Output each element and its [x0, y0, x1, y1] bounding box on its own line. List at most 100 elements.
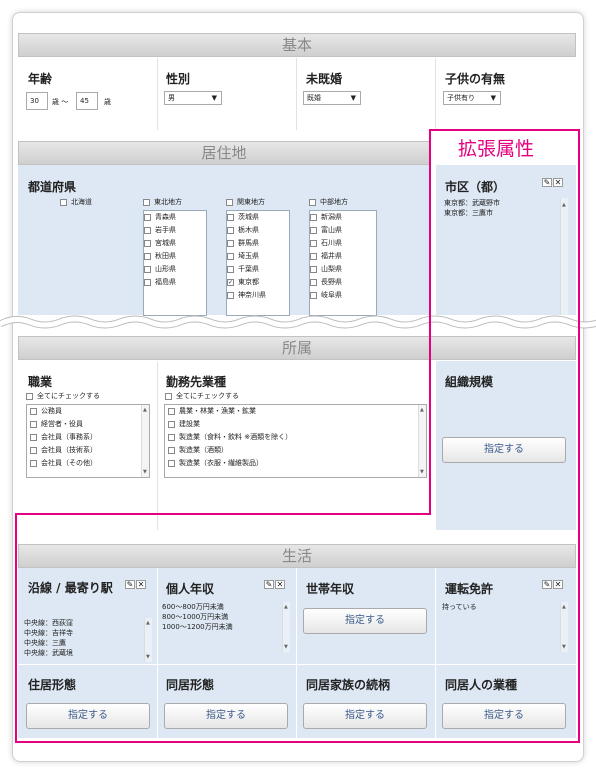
industry-item[interactable]: 製造業（酒類）	[165, 444, 426, 457]
pref-item[interactable]: 富山県	[310, 224, 376, 237]
married-select[interactable]: 既婚 ▼	[303, 91, 361, 105]
industry-item[interactable]: 建設業	[165, 418, 426, 431]
cohabit-button[interactable]: 指定する	[164, 703, 288, 729]
checkbox[interactable]	[168, 433, 175, 441]
edit-icon[interactable]: ✎	[542, 178, 552, 187]
checkbox[interactable]	[30, 459, 37, 467]
checkbox[interactable]	[165, 392, 172, 400]
industry-item[interactable]: 製造業（衣服・繊維製品）	[165, 457, 426, 470]
industry-listbox[interactable]: 農業・林業・漁業・鉱業 建設業 製造業（食料・飲料 ※酒類を除く） 製造業（酒類…	[164, 404, 427, 478]
checkbox[interactable]	[168, 459, 175, 467]
pref-item[interactable]: 宮城県	[144, 237, 206, 250]
gender-select[interactable]: 男 ▼	[164, 91, 222, 105]
checkbox[interactable]	[309, 198, 316, 206]
job-item[interactable]: 公務員	[27, 405, 149, 418]
checkbox[interactable]	[30, 420, 37, 428]
pref-item[interactable]: 青森県	[144, 211, 206, 224]
industry-item[interactable]: 農業・林業・漁業・鉱業	[165, 405, 426, 418]
scrollbar[interactable]: ▲ ▼	[282, 602, 290, 652]
industry-check-all[interactable]: 全てにチェックする	[165, 390, 239, 403]
checkbox[interactable]	[144, 239, 151, 247]
checkbox[interactable]	[144, 265, 151, 273]
checkbox[interactable]	[310, 252, 317, 260]
checkbox[interactable]	[144, 226, 151, 234]
checkbox-checked[interactable]: ✓	[227, 278, 234, 286]
scrollbar[interactable]: ▲ ▼	[144, 618, 152, 662]
checkbox[interactable]	[168, 420, 175, 428]
checkbox[interactable]	[143, 198, 150, 206]
checkbox[interactable]	[310, 239, 317, 247]
checkbox[interactable]	[168, 407, 175, 415]
children-select[interactable]: 子供有り ▼	[443, 91, 501, 105]
household-income-button[interactable]: 指定する	[303, 608, 427, 634]
job-item[interactable]: 会社員（技術系）	[27, 444, 149, 457]
city-listbox[interactable]: 東京都：武蔵野市 東京都：三鷹市 ▲	[442, 198, 568, 315]
checkbox[interactable]	[310, 278, 317, 286]
checkbox[interactable]	[30, 446, 37, 454]
edit-icon[interactable]: ✎	[542, 580, 552, 589]
checkbox[interactable]	[227, 213, 234, 221]
cohabit-job-button[interactable]: 指定する	[442, 703, 566, 729]
region-tohoku-check[interactable]: 東北地方	[143, 196, 207, 209]
checkbox[interactable]	[26, 392, 33, 400]
checkbox[interactable]	[310, 226, 317, 234]
industry-item[interactable]: 製造業（食料・飲料 ※酒類を除く）	[165, 431, 426, 444]
close-icon[interactable]: ✕	[553, 178, 563, 187]
checkbox[interactable]	[144, 278, 151, 286]
checkbox[interactable]	[310, 213, 317, 221]
pref-item[interactable]: 神奈川県	[227, 289, 289, 302]
checkbox[interactable]	[227, 291, 234, 299]
housing-button[interactable]: 指定する	[26, 703, 150, 729]
region-kanto-check[interactable]: 関東地方	[226, 196, 290, 209]
checkbox[interactable]	[168, 446, 175, 454]
pref-item[interactable]: 栃木県	[227, 224, 289, 237]
pref-item[interactable]: 岐阜県	[310, 289, 376, 302]
pref-item[interactable]: 山梨県	[310, 263, 376, 276]
checkbox[interactable]	[144, 252, 151, 260]
scrollbar[interactable]: ▲ ▼	[560, 602, 568, 652]
pref-item[interactable]: 岩手県	[144, 224, 206, 237]
pref-item[interactable]: 埼玉県	[227, 250, 289, 263]
close-icon[interactable]: ✕	[136, 580, 146, 589]
checkbox[interactable]	[227, 252, 234, 260]
age-to-input[interactable]: 45	[76, 92, 98, 110]
income-listbox[interactable]: 600〜800万円未満 800〜1000万円未満 1000〜1200万円未満 ▲…	[162, 602, 290, 652]
checkbox[interactable]	[310, 291, 317, 299]
checkbox[interactable]	[30, 433, 37, 441]
checkbox[interactable]	[30, 407, 37, 415]
scrollbar[interactable]: ▲	[560, 198, 568, 315]
pref-hokkaido[interactable]: 北海道	[60, 196, 92, 209]
region-chubu-check[interactable]: 中部地方	[309, 196, 377, 209]
age-from-input[interactable]: 30	[26, 92, 48, 110]
pref-item[interactable]: 新潟県	[310, 211, 376, 224]
pref-item[interactable]: 茨城県	[227, 211, 289, 224]
scrollbar[interactable]: ▲ ▼	[141, 405, 149, 477]
pref-item-tokyo[interactable]: ✓ 東京都	[227, 276, 289, 289]
checkbox[interactable]	[60, 198, 67, 206]
pref-item[interactable]: 群馬県	[227, 237, 289, 250]
pref-item[interactable]: 福島県	[144, 276, 206, 289]
pref-item[interactable]: 長野県	[310, 276, 376, 289]
checkbox[interactable]	[227, 226, 234, 234]
pref-item[interactable]: 石川県	[310, 237, 376, 250]
checkbox[interactable]	[227, 239, 234, 247]
job-item[interactable]: 会社員（事務系）	[27, 431, 149, 444]
job-item[interactable]: 経営者・役員	[27, 418, 149, 431]
edit-icon[interactable]: ✎	[264, 580, 274, 589]
close-icon[interactable]: ✕	[275, 580, 285, 589]
edit-icon[interactable]: ✎	[125, 580, 135, 589]
station-listbox[interactable]: 中央線：西荻窪 中央線：吉祥寺 中央線：三鷹 中央線：武蔵境 ▲ ▼	[24, 618, 152, 662]
job-check-all[interactable]: 全てにチェックする	[26, 390, 100, 403]
pref-item[interactable]: 山形県	[144, 263, 206, 276]
checkbox[interactable]	[226, 198, 233, 206]
scrollbar[interactable]: ▲ ▼	[418, 405, 426, 477]
close-icon[interactable]: ✕	[553, 580, 563, 589]
license-listbox[interactable]: 持っている ▲ ▼	[442, 602, 568, 652]
pref-item[interactable]: 福井県	[310, 250, 376, 263]
family-button[interactable]: 指定する	[303, 703, 427, 729]
org-size-button[interactable]: 指定する	[442, 437, 566, 463]
checkbox[interactable]	[227, 265, 234, 273]
job-listbox[interactable]: 公務員 経営者・役員 会社員（事務系） 会社員（技術系） 会社員（その他） ▲ ▼	[26, 404, 150, 478]
checkbox[interactable]	[144, 213, 151, 221]
pref-item[interactable]: 秋田県	[144, 250, 206, 263]
